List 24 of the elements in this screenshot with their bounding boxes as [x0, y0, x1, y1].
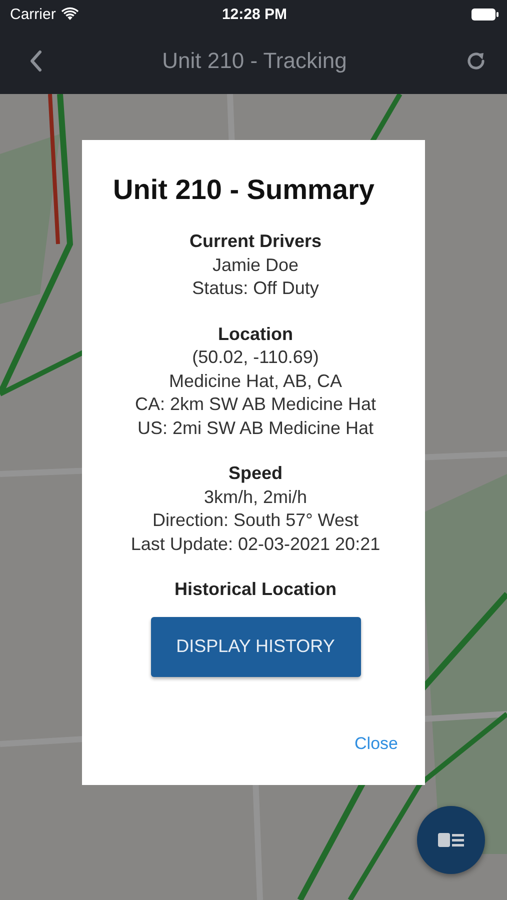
back-icon[interactable]	[28, 49, 44, 73]
detail-text: US: 2mi SW AB Medicine Hat	[137, 416, 374, 440]
detail-text: CA: 2km SW AB Medicine Hat	[134, 393, 376, 416]
detail-text: Last Update: 02-03-2021 20:21	[130, 532, 380, 556]
battery-icon	[470, 8, 499, 20]
detail-text: 3km/h, 2mi/h	[204, 486, 308, 508]
close-link[interactable]: Close	[354, 734, 398, 754]
detail-text: Status: Off Duty	[192, 277, 319, 300]
detail-text: Medicine Hat, AB, CA	[168, 370, 342, 392]
section-heading: Speed	[228, 462, 283, 485]
detail-text: Direction: South 57° West	[152, 509, 358, 532]
screen-title: Unit 210 - Tracking	[162, 48, 347, 74]
dialog-title: Unit 210 - Summary	[113, 173, 376, 207]
refresh-icon[interactable]	[464, 50, 487, 72]
section-heading: Location	[218, 322, 293, 346]
carrier-label: Carrier	[10, 6, 56, 22]
section-heading: Current Drivers	[189, 230, 322, 253]
section-heading: Historical Location	[174, 578, 337, 601]
card-list-icon	[438, 831, 464, 849]
wifi-icon	[60, 7, 79, 21]
detail-text: Jamie Doe	[212, 254, 299, 276]
clock: 12:28 PM	[222, 6, 288, 22]
detail-text: (50.02, -110.69)	[192, 346, 319, 369]
display-history-button[interactable]: DISPLAY HISTORY	[150, 616, 360, 676]
